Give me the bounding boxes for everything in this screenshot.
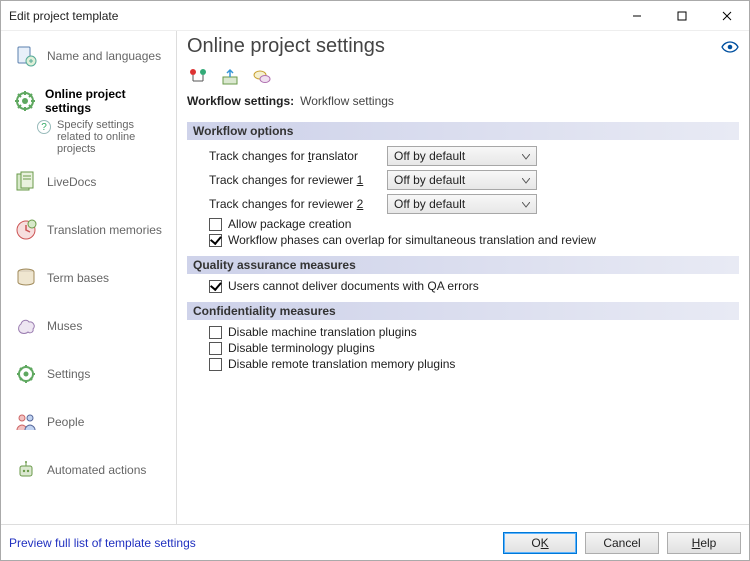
- disable-mt-checkbox[interactable]: [209, 326, 222, 339]
- window-title: Edit project template: [9, 9, 614, 23]
- section-confidentiality-body: Disable machine translation plugins Disa…: [187, 320, 739, 374]
- cancel-button[interactable]: Cancel: [585, 532, 659, 554]
- section-confidentiality: Confidentiality measures: [187, 302, 739, 320]
- sidebar-item-people[interactable]: People: [5, 405, 172, 439]
- muses-icon: [13, 313, 39, 339]
- window-buttons: [614, 1, 749, 30]
- row-track-translator: Track changes for translator Off by defa…: [209, 144, 733, 168]
- titlebar: Edit project template: [1, 1, 749, 31]
- overlap-label: Workflow phases can overlap for simultan…: [228, 233, 596, 247]
- footer: Preview full list of template settings O…: [1, 524, 749, 560]
- track-reviewer1-label: Track changes for reviewer 1: [209, 173, 379, 187]
- track-reviewer2-label: Track changes for reviewer 2: [209, 197, 379, 211]
- overlap-checkbox-row: Workflow phases can overlap for simultan…: [209, 232, 733, 248]
- sidebar-item-label: LiveDocs: [47, 175, 96, 189]
- disable-tm-label: Disable remote translation memory plugin…: [228, 357, 455, 371]
- sidebar-item-term-bases[interactable]: Term bases: [5, 261, 172, 295]
- allow-package-label: Allow package creation: [228, 217, 351, 231]
- sidebar-item-label: Online project settings: [45, 87, 164, 115]
- sidebar-help-text: Specify settings related to online proje…: [57, 119, 168, 155]
- disable-mt-checkbox-row: Disable machine translation plugins: [209, 324, 733, 340]
- workflow-tool-icon[interactable]: [187, 66, 209, 88]
- sidebar-item-name-languages[interactable]: Name and languages: [5, 39, 172, 73]
- disable-term-checkbox[interactable]: [209, 342, 222, 355]
- window: Edit project template Name and languages: [0, 0, 750, 561]
- sidebar: Name and languages Online project settin…: [1, 31, 177, 524]
- close-button[interactable]: [704, 1, 749, 30]
- sidebar-item-online-project-settings[interactable]: Online project settings: [5, 83, 172, 119]
- export-tool-icon[interactable]: [219, 66, 241, 88]
- chevron-down-icon: [519, 198, 533, 211]
- track-reviewer1-select[interactable]: Off by default: [387, 170, 537, 190]
- sidebar-item-label: Translation memories: [47, 223, 162, 237]
- document-properties-icon: [13, 43, 39, 69]
- minimize-button[interactable]: [614, 1, 659, 30]
- sidebar-item-translation-memories[interactable]: Translation memories: [5, 213, 172, 247]
- disable-term-checkbox-row: Disable terminology plugins: [209, 340, 733, 356]
- workflow-settings-value: Workflow settings: [300, 94, 394, 108]
- sidebar-item-label: Settings: [47, 367, 90, 381]
- chat-tool-icon[interactable]: [251, 66, 273, 88]
- row-track-reviewer2: Track changes for reviewer 2 Off by defa…: [209, 192, 733, 216]
- sidebar-item-label: Automated actions: [47, 463, 146, 477]
- gear-icon: [13, 361, 39, 387]
- sidebar-item-label: People: [47, 415, 84, 429]
- sidebar-item-settings[interactable]: Settings: [5, 357, 172, 391]
- workflow-settings-label: Workflow settings:: [187, 94, 294, 108]
- sidebar-item-livedocs[interactable]: LiveDocs: [5, 165, 172, 199]
- section-qa-body: Users cannot deliver documents with QA e…: [187, 274, 739, 296]
- sidebar-item-muses[interactable]: Muses: [5, 309, 172, 343]
- chevron-down-icon: [519, 174, 533, 187]
- row-track-reviewer1: Track changes for reviewer 1 Off by defa…: [209, 168, 733, 192]
- term-bases-icon: [13, 265, 39, 291]
- disable-term-label: Disable terminology plugins: [228, 341, 375, 355]
- livedocs-icon: [13, 169, 39, 195]
- page-title: Online project settings: [187, 35, 721, 58]
- qa-deliver-checkbox-row: Users cannot deliver documents with QA e…: [209, 278, 733, 294]
- disable-mt-label: Disable machine translation plugins: [228, 325, 417, 339]
- section-workflow-options: Workflow options: [187, 122, 739, 140]
- qa-deliver-checkbox[interactable]: [209, 280, 222, 293]
- allow-package-checkbox[interactable]: [209, 218, 222, 231]
- section-qa: Quality assurance measures: [187, 256, 739, 274]
- body: Name and languages Online project settin…: [1, 31, 749, 524]
- ok-button[interactable]: OK: [503, 532, 577, 554]
- overlap-checkbox[interactable]: [209, 234, 222, 247]
- people-icon: [13, 409, 39, 435]
- translation-memories-icon: [13, 217, 39, 243]
- disable-tm-checkbox[interactable]: [209, 358, 222, 371]
- track-translator-select[interactable]: Off by default: [387, 146, 537, 166]
- automated-actions-icon: [13, 457, 39, 483]
- allow-package-checkbox-row: Allow package creation: [209, 216, 733, 232]
- toolbar: [187, 58, 739, 92]
- maximize-button[interactable]: [659, 1, 704, 30]
- track-reviewer2-select[interactable]: Off by default: [387, 194, 537, 214]
- track-translator-label: Track changes for translator: [209, 149, 379, 163]
- main-header: Online project settings: [187, 35, 739, 58]
- help-button[interactable]: Help: [667, 532, 741, 554]
- qa-deliver-label: Users cannot deliver documents with QA e…: [228, 279, 479, 293]
- sidebar-item-label: Name and languages: [47, 49, 161, 63]
- chevron-down-icon: [519, 150, 533, 163]
- main: Online project settings Workflow setting…: [177, 31, 749, 524]
- preview-settings-link[interactable]: Preview full list of template settings: [9, 536, 495, 550]
- sidebar-help: ? Specify settings related to online pro…: [1, 119, 176, 161]
- sidebar-item-label: Muses: [47, 319, 82, 333]
- eye-icon[interactable]: [721, 38, 739, 56]
- online-gear-icon: [13, 88, 37, 114]
- sidebar-item-label: Term bases: [47, 271, 109, 285]
- sidebar-item-automated-actions[interactable]: Automated actions: [5, 453, 172, 487]
- workflow-settings-line: Workflow settings: Workflow settings: [187, 92, 739, 116]
- section-workflow-options-body: Track changes for translator Off by defa…: [187, 140, 739, 250]
- disable-tm-checkbox-row: Disable remote translation memory plugin…: [209, 356, 733, 372]
- help-icon: ?: [37, 120, 51, 134]
